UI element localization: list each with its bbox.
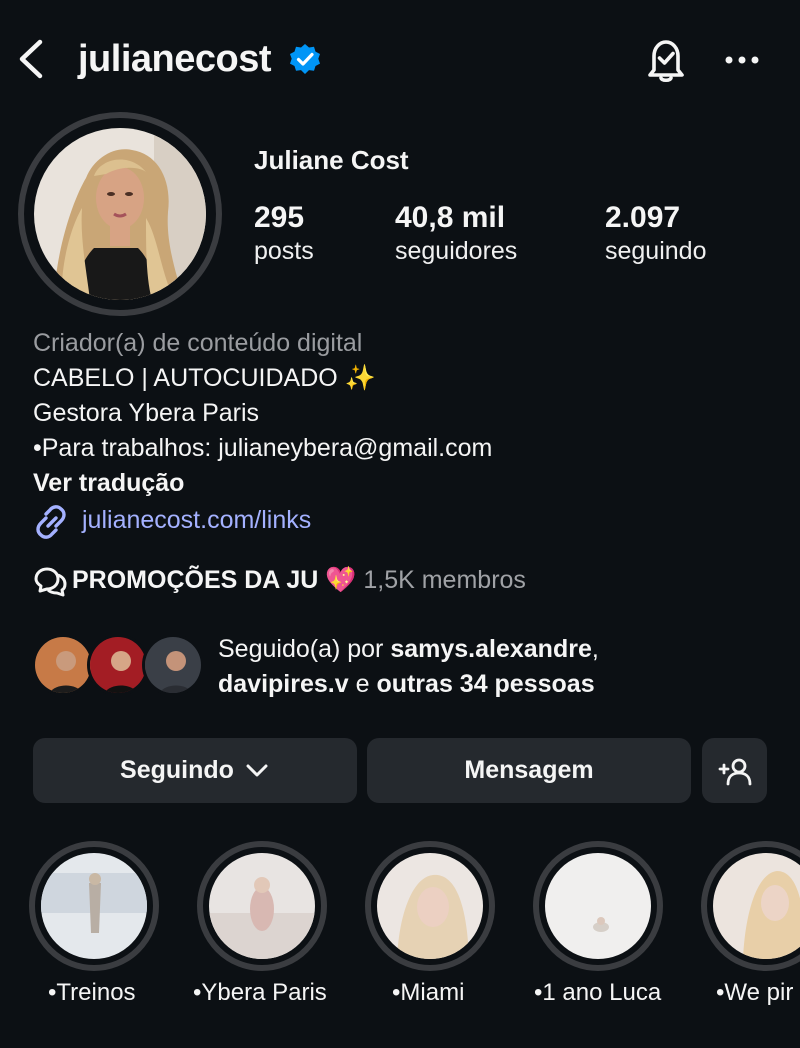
bio-external-link[interactable]: julianecost.com/links bbox=[82, 505, 311, 535]
stat-posts[interactable]: 295 posts bbox=[254, 200, 314, 266]
stat-following-label: seguindo bbox=[605, 237, 707, 265]
mutual-others: outras 34 pessoas bbox=[376, 670, 595, 698]
more-options-icon[interactable] bbox=[720, 42, 764, 78]
mutual-user-1: samys.alexandre bbox=[390, 635, 592, 663]
highlight-label: •Treinos bbox=[48, 979, 136, 1006]
mutual-avatar bbox=[142, 634, 204, 696]
highlight-cover bbox=[545, 853, 651, 959]
stat-followers[interactable]: 40,8 mil seguidores bbox=[395, 200, 517, 266]
profile-full-name: Juliane Cost bbox=[254, 145, 409, 175]
bio-line-3: •Para trabalhos: julianeybera@gmail.com bbox=[33, 434, 493, 462]
message-button-label: Mensagem bbox=[464, 756, 594, 784]
highlight-label: •1 ano Luca bbox=[534, 979, 662, 1006]
channel-name: PROMOÇÕES DA JU 💖 bbox=[72, 566, 357, 594]
chevron-down-icon bbox=[246, 764, 268, 776]
add-person-icon bbox=[718, 758, 751, 785]
link-icon bbox=[36, 505, 66, 539]
verified-badge-icon bbox=[290, 44, 320, 74]
bio-category: Criador(a) de conteúdo digital bbox=[33, 329, 363, 357]
back-chevron-icon[interactable] bbox=[14, 38, 50, 80]
highlight-cover bbox=[41, 853, 147, 959]
bio-line-1: CABELO | AUTOCUIDADO ✨ bbox=[33, 364, 376, 392]
suggest-accounts-button[interactable] bbox=[702, 738, 767, 803]
profile-username: julianecost bbox=[78, 38, 272, 80]
mutual-avatar bbox=[32, 634, 94, 696]
following-button-label: Seguindo bbox=[120, 756, 234, 784]
stat-following-value: 2.097 bbox=[605, 201, 681, 234]
profile-avatar[interactable] bbox=[34, 128, 206, 300]
stat-followers-label: seguidores bbox=[395, 237, 518, 265]
followed-by-prefix: Seguido(a) por bbox=[218, 635, 391, 663]
notifications-bell-icon[interactable] bbox=[640, 34, 692, 84]
mutual-avatar bbox=[87, 634, 149, 696]
mutual-user-2: davipires.v bbox=[218, 670, 349, 698]
followed-by-text[interactable]: Seguido(a) por samys.alexandre, davipire… bbox=[218, 632, 599, 702]
channel-members: 1,5K membros bbox=[363, 566, 526, 594]
following-button[interactable]: Seguindo bbox=[33, 738, 357, 803]
bio-line-2: Gestora Ybera Paris bbox=[33, 399, 260, 427]
highlight-label: •Ybera Paris bbox=[193, 979, 327, 1006]
highlight-label: •Miami bbox=[392, 979, 465, 1006]
highlight-cover bbox=[377, 853, 483, 959]
stat-followers-value: 40,8 mil bbox=[395, 201, 506, 234]
followed-by-separator: , bbox=[591, 635, 599, 663]
stat-posts-label: posts bbox=[254, 237, 314, 265]
broadcast-channel-icon bbox=[34, 567, 67, 597]
mutual-followers-avatars[interactable] bbox=[32, 634, 204, 700]
channel-link[interactable]: PROMOÇÕES DA JU 💖 1,5K membros bbox=[72, 565, 526, 595]
followed-by-conjunction: e bbox=[348, 670, 377, 698]
message-button[interactable]: Mensagem bbox=[367, 738, 691, 803]
see-translation-link[interactable]: Ver tradução bbox=[33, 468, 184, 498]
highlight-label: •We pir bbox=[716, 979, 794, 1006]
highlight-cover bbox=[209, 853, 315, 959]
stat-posts-value: 295 bbox=[254, 201, 305, 234]
stat-following[interactable]: 2.097 seguindo bbox=[605, 200, 706, 266]
